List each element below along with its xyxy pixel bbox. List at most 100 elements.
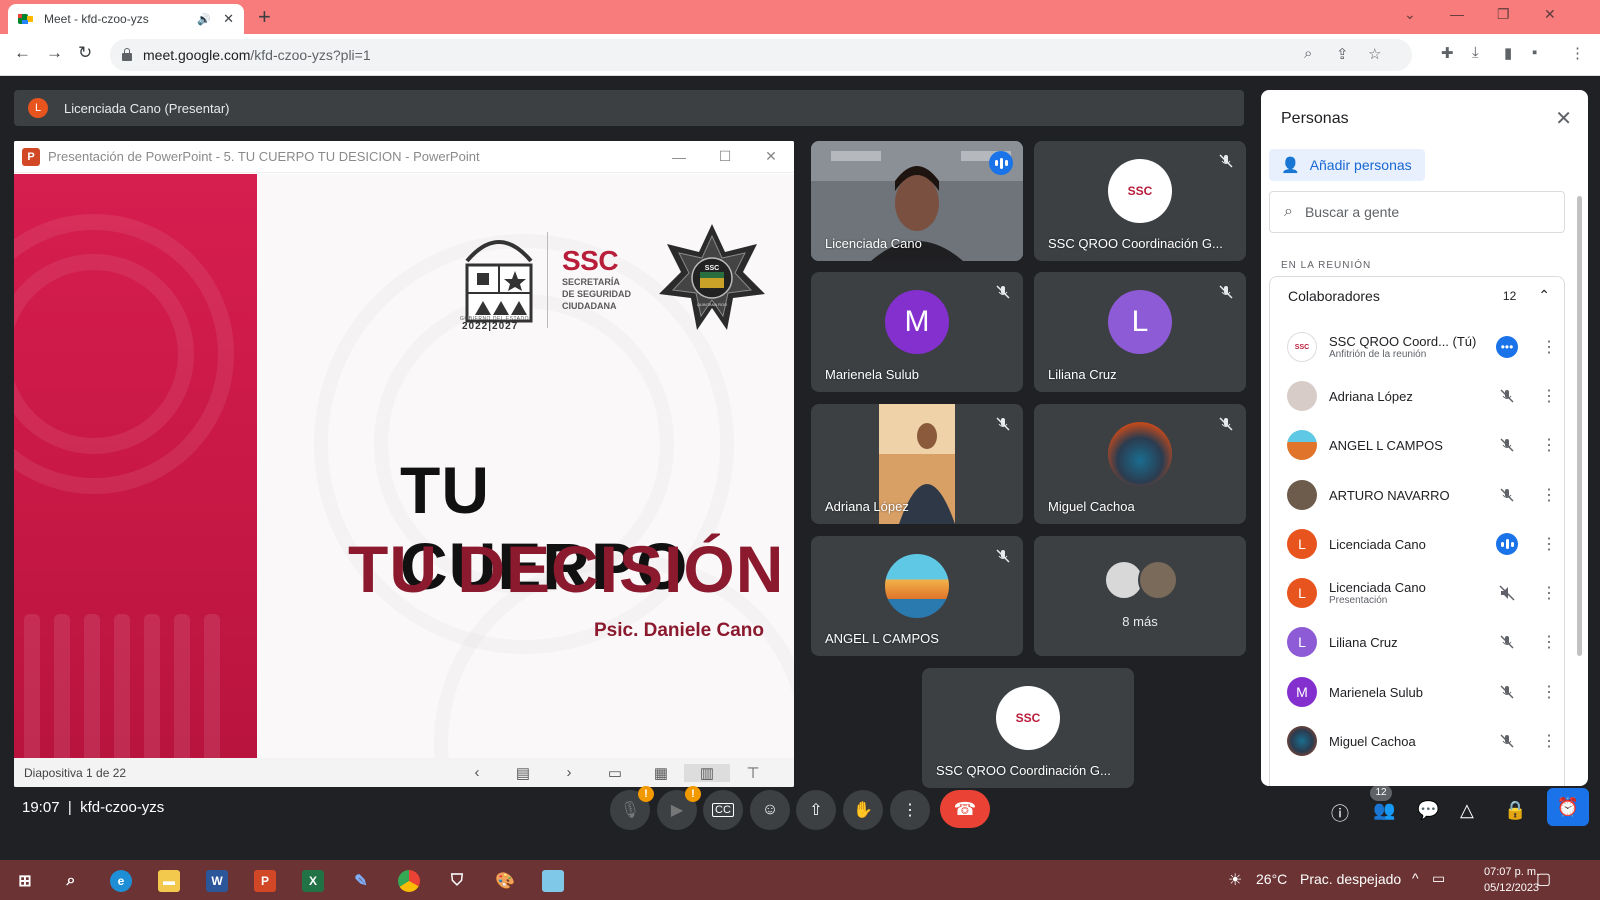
minimize-icon[interactable]: — [1450,6,1464,22]
tray-chevron-icon[interactable]: ^ [1412,870,1419,886]
more-vert-icon[interactable]: ⋮ [1539,534,1559,554]
more-vert-icon[interactable]: ⋮ [1539,731,1559,751]
more-participants-tile[interactable]: 8 más [1034,536,1246,656]
more-vert-icon[interactable]: ⋮ [1539,583,1559,603]
captions-button[interactable]: CC [703,790,743,830]
more-vert-icon[interactable]: ⋮ [1539,632,1559,652]
more-vert-icon[interactable]: ⋮ [1539,386,1559,406]
minimize-icon[interactable]: — [656,149,702,165]
security-shield-icon[interactable]: ⛉ [446,870,468,892]
new-tab-icon[interactable]: + [258,4,271,30]
badge-subtext: QUINTANA ROO [697,302,727,307]
list-item[interactable]: M Marienela Sulub ⋮ [1269,667,1565,717]
address-bar[interactable]: meet.google.com/kfd-czoo-yzs?pli=1 ⌕ ⇪ ☆ [110,39,1412,71]
close-icon[interactable]: ✕ [1555,106,1572,131]
back-icon[interactable]: ← [14,43,31,63]
participant-tile[interactable]: SSC SSC QROO Coordinación G... [922,668,1134,788]
file-explorer-icon[interactable]: ▬ [158,870,180,892]
previous-slide-icon[interactable]: ‹ [454,764,500,781]
sorter-view-icon[interactable]: ▦ [638,764,684,782]
chevron-up-icon[interactable]: ⌃ [1538,287,1550,304]
activities-icon[interactable]: △ [1460,800,1474,821]
word-icon[interactable]: W [206,870,228,892]
download-icon[interactable]: ⤓ [1472,44,1479,61]
windows-start-icon[interactable]: ⊞ [14,870,36,892]
participant-tile[interactable]: Licenciada Cano [811,141,1023,261]
collaborators-header[interactable]: Colaboradores 12 ⌃ [1269,276,1565,314]
people-icon[interactable]: 👥 [1373,800,1395,821]
bookmark-star-icon[interactable]: ☆ [1368,45,1381,63]
browser-menu-icon[interactable]: ⋮ [1570,44,1585,62]
more-options-button[interactable]: ⋮ [890,790,930,830]
network-icon[interactable]: ▭ [1432,870,1445,887]
weather-icon[interactable]: ☀ [1228,870,1242,890]
list-item[interactable]: SSC SSC QROO Coord... (Tú) Anfitrión de l… [1269,322,1565,372]
list-item[interactable]: L Liliana Cruz ⋮ [1269,617,1565,667]
zoom-icon[interactable]: ⌕ [1304,45,1312,62]
next-slide-icon[interactable]: › [546,764,592,781]
reading-view-icon[interactable]: ▥ [684,763,730,782]
reload-icon[interactable]: ↻ [78,43,92,63]
list-item[interactable]: Adriana López ⋮ [1269,371,1565,421]
participant-tile[interactable]: Adriana López [811,404,1023,524]
more-vert-icon[interactable]: ⋮ [1539,435,1559,455]
panel-scrollbar[interactable] [1577,196,1582,656]
close-icon[interactable]: ✕ [748,148,794,165]
paint-icon[interactable]: 🎨 [494,870,516,892]
people-search-input[interactable]: ⌕ Buscar a gente [1269,191,1565,233]
mic-muted-icon [1495,433,1519,457]
more-vert-icon[interactable]: ⋮ [1539,485,1559,505]
taskbar-clock[interactable]: 07:07 p. m. 05/12/2023 [1484,864,1539,896]
share-icon[interactable]: ⇪ [1336,45,1349,63]
participant-tile[interactable]: SSC SSC QROO Coordinación G... [1034,141,1246,261]
notes-icon[interactable] [542,870,564,892]
participant-tile[interactable]: Miguel Cachoa [1034,404,1246,524]
add-people-button[interactable]: 👤 Añadir personas [1269,149,1425,181]
chat-icon[interactable]: 💬 [1417,800,1439,821]
profile-icon[interactable]: ▪ [1532,44,1537,61]
normal-view-icon[interactable]: ▭ [592,764,638,782]
side-panel-icon[interactable]: ▮ [1504,44,1512,62]
tab-search-icon[interactable]: ⌄ [1404,6,1416,23]
raise-hand-button[interactable]: ✋ [843,790,883,830]
speaker-icon[interactable]: 🔊 [197,13,211,26]
excel-icon[interactable]: X [302,870,324,892]
forward-icon[interactable]: → [46,43,63,63]
host-controls-icon[interactable]: 🔒 [1504,800,1526,821]
participant-tile[interactable]: L Liliana Cruz [1034,272,1246,392]
ssc-logo-text: SSC [562,245,619,276]
slide-menu-icon[interactable]: ▤ [500,764,546,782]
meeting-info-icon[interactable]: ⓘ [1331,800,1349,826]
list-item[interactable]: ANGEL L CAMPOS ⋮ [1269,420,1565,470]
list-item[interactable]: L Licenciada Cano Presentación ⋮ [1269,568,1565,618]
search-icon[interactable]: ⌕ [60,870,82,892]
maximize-icon[interactable]: ☐ [702,148,748,165]
avatar-photo [1287,726,1317,756]
tile-name: Licenciada Cano [825,236,922,251]
chrome-icon[interactable] [398,870,420,892]
edge-icon[interactable]: e [110,870,132,892]
mic-muted-icon [996,549,1010,563]
participant-tile[interactable]: M Marienela Sulub [811,272,1023,392]
close-window-icon[interactable]: ✕ [1544,6,1556,23]
browser-tab[interactable]: Meet - kfd-czoo-yzs 🔊 ✕ [8,4,244,34]
extensions-icon[interactable]: ✚ [1441,44,1454,62]
tab-close-icon[interactable]: ✕ [223,11,234,27]
app-icon[interactable]: ✎ [350,870,372,892]
alarm-button[interactable]: ⏰ [1547,788,1589,826]
microphone-button[interactable]: 🎙! [610,786,654,830]
more-vert-icon[interactable]: ⋮ [1539,682,1559,702]
list-item[interactable]: ARTURO NAVARRO ⋮ [1269,470,1565,520]
list-item[interactable]: L Licenciada Cano ⋮ [1269,519,1565,569]
leave-call-button[interactable]: ☎ [940,790,990,828]
more-vert-icon[interactable]: ⋮ [1539,337,1559,357]
camera-button[interactable]: ▶! [657,786,701,830]
list-item[interactable]: Miguel Cachoa ⋮ [1269,716,1565,766]
present-button[interactable]: ⇧ [796,790,836,830]
restore-icon[interactable]: ❐ [1497,6,1510,23]
powerpoint-taskbar-icon[interactable]: P [254,870,276,892]
participant-tile[interactable]: ANGEL L CAMPOS [811,536,1023,656]
emoji-button[interactable]: ☺ [750,790,790,830]
slideshow-view-icon[interactable]: ⊤ [730,764,776,782]
mic-muted-icon [1495,630,1519,654]
